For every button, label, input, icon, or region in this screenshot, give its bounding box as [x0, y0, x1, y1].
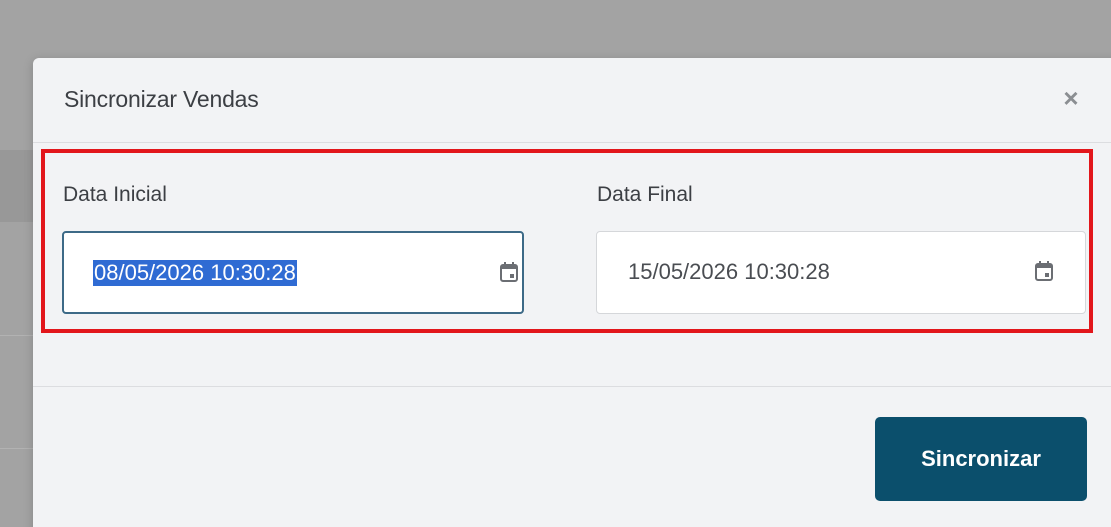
- close-icon[interactable]: ×: [1059, 85, 1083, 111]
- end-date-label: Data Final: [597, 183, 693, 206]
- end-date-input[interactable]: 15/05/2026 10:30:28: [596, 231, 1086, 314]
- end-date-value[interactable]: 15/05/2026 10:30:28: [628, 259, 830, 285]
- modal-footer-divider: [33, 386, 1111, 387]
- calendar-icon[interactable]: [1033, 259, 1055, 283]
- calendar-icon[interactable]: [498, 260, 520, 284]
- sync-button[interactable]: Sincronizar: [875, 417, 1087, 501]
- modal-header: Sincronizar Vendas ×: [33, 58, 1111, 143]
- start-date-label: Data Inicial: [63, 183, 167, 206]
- start-date-value[interactable]: 08/05/2026 10:30:28: [93, 260, 297, 286]
- modal-title: Sincronizar Vendas: [64, 86, 259, 112]
- start-date-input[interactable]: 08/05/2026 10:30:28: [62, 231, 524, 314]
